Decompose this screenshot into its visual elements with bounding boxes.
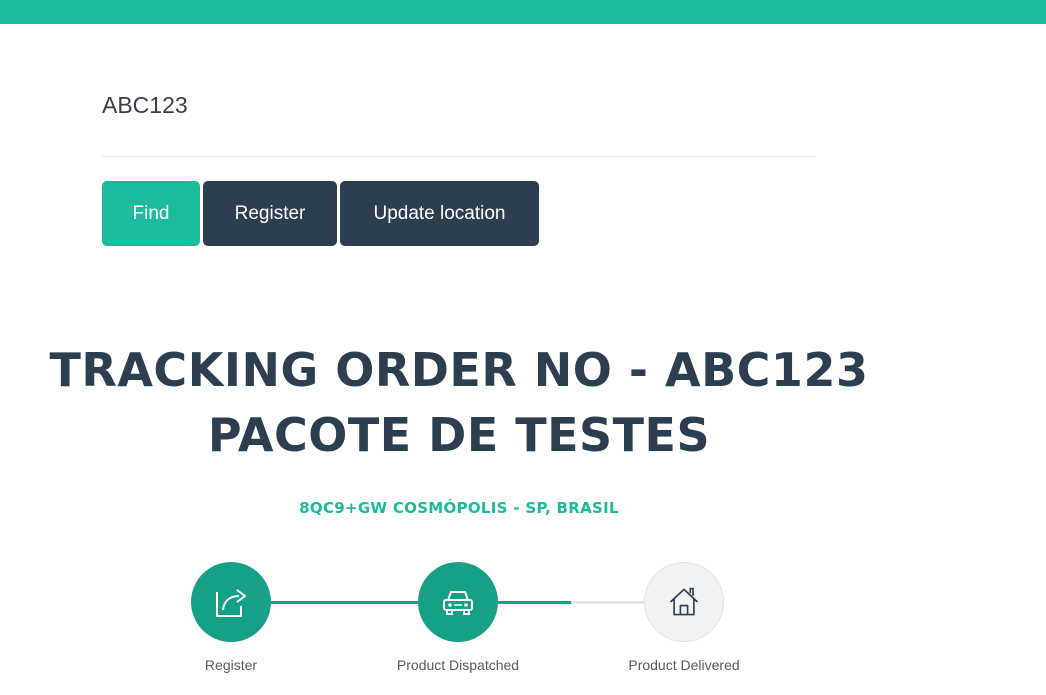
location-text: 8QC9+GW COSMÓPOLIS - SP, BRASIL (299, 499, 619, 517)
top-bar (0, 0, 1046, 24)
update-location-button[interactable]: Update location (340, 181, 539, 246)
home-icon (669, 587, 699, 616)
step-label-delivered: Product Delivered (628, 657, 740, 673)
progress-line-complete (231, 601, 571, 604)
divider (102, 156, 815, 157)
tracking-title: TRACKING ORDER NO - ABC123 (49, 343, 869, 397)
find-button[interactable]: Find (102, 181, 200, 246)
order-code-input[interactable]: ABC123 (102, 92, 188, 119)
step-label-dispatched: Product Dispatched (396, 657, 520, 673)
package-name: PACOTE DE TESTES (207, 408, 711, 462)
step-delivered (644, 562, 724, 642)
car-icon (443, 591, 473, 615)
step-label-register: Register (204, 657, 258, 673)
register-button[interactable]: Register (203, 181, 337, 246)
share-icon (216, 589, 246, 617)
step-dispatched (418, 562, 498, 642)
step-register (191, 562, 271, 642)
